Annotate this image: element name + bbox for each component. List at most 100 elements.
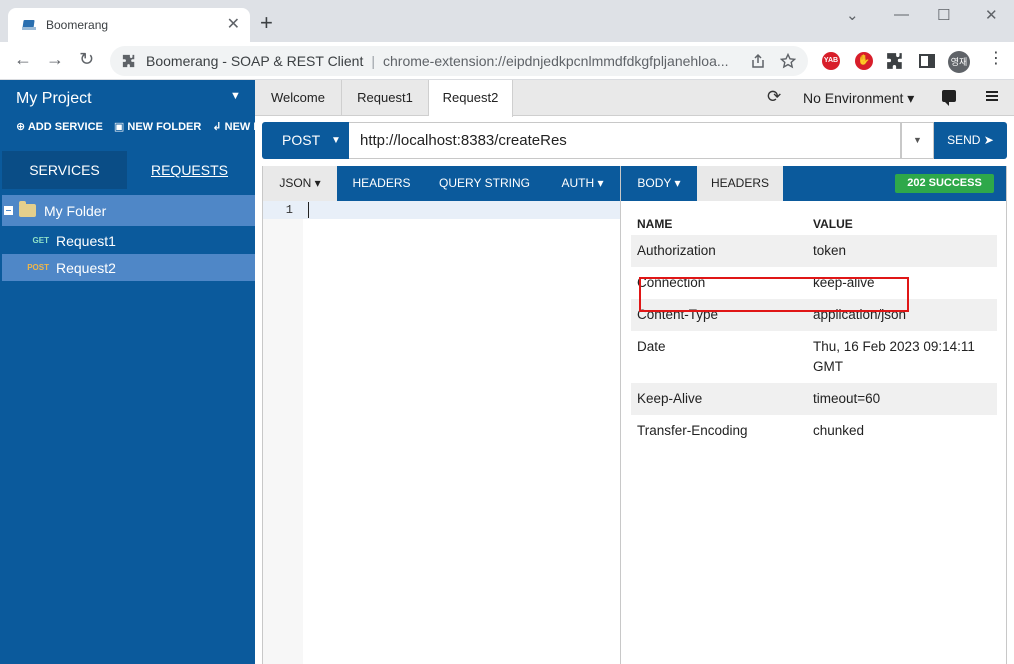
table-header: NAME VALUE: [631, 209, 997, 235]
tab-requests[interactable]: REQUESTS: [127, 151, 252, 189]
text-cursor: [308, 202, 309, 218]
response-pane: BODY ▾ HEADERS 202 SUCCESS NAME VALUE Au…: [621, 166, 1007, 664]
maximize-button[interactable]: ☐: [937, 6, 950, 24]
sidebar-item-request2[interactable]: POST Request2: [2, 254, 255, 281]
header-name: Content-Type: [637, 307, 719, 322]
address-text[interactable]: Boomerang - SOAP & REST Client | chrome-ex…: [146, 53, 736, 69]
page-title-text: Boomerang - SOAP & REST Client: [146, 53, 364, 69]
header-value: keep-alive: [813, 275, 875, 290]
address-separator: |: [371, 53, 375, 69]
address-url: chrome-extension://eipdnjedkpcnlmmdfdkgf…: [383, 53, 729, 69]
browser-menu-icon[interactable]: ⋮: [988, 51, 1004, 67]
sidebar-item-request1[interactable]: GET Request1: [2, 227, 255, 254]
line-number: 1: [285, 203, 293, 217]
project-dropdown-icon[interactable]: ▼: [230, 90, 241, 102]
sidebar: My Project ▼ ⊕ ADD SERVICE ▣ NEW FOLDER …: [0, 80, 255, 664]
table-row: Content-Type application/json: [631, 299, 997, 331]
share-icon[interactable]: [750, 53, 766, 69]
tab-welcome[interactable]: Welcome: [255, 80, 342, 116]
tab-request1[interactable]: Request1: [342, 80, 429, 116]
request-method-badge: POST: [27, 263, 49, 272]
tab-json[interactable]: JSON ▾: [263, 166, 337, 201]
request-name: Request1: [56, 232, 116, 249]
request-method-badge: GET: [32, 236, 49, 245]
chevron-down-icon: ▼: [331, 135, 341, 146]
project-title[interactable]: My Project: [16, 90, 92, 108]
table-row: Connection keep-alive: [631, 267, 997, 299]
column-value: VALUE: [813, 217, 853, 231]
table-row: Date Thu, 16 Feb 2023 09:14:11 GMT: [631, 331, 997, 383]
comment-icon[interactable]: [942, 90, 956, 106]
tab-response-headers[interactable]: HEADERS: [697, 166, 783, 201]
new-tab-button[interactable]: +: [260, 12, 273, 34]
tab-query-string[interactable]: QUERY STRING: [426, 166, 543, 201]
extensions-puzzle-icon[interactable]: [886, 52, 904, 70]
address-bar[interactable]: Boomerang - SOAP & REST Client | chrome-ex…: [110, 46, 808, 76]
url-input[interactable]: http://localhost:8383/createRes: [349, 122, 901, 159]
send-button[interactable]: SEND ➤: [934, 122, 1007, 159]
folder-icon: [19, 201, 36, 217]
header-value: token: [813, 243, 847, 258]
tab-request-headers[interactable]: HEADERS: [337, 166, 426, 201]
extension-puzzle-icon: [122, 54, 135, 68]
column-name: NAME: [637, 217, 673, 231]
tab-search-icon[interactable]: ⌄: [846, 6, 859, 24]
main-panel: Welcome Request1 Request2 ⟳ No Environme…: [255, 80, 1014, 664]
url-history-dropdown[interactable]: ▼: [901, 122, 934, 159]
tab-services[interactable]: SERVICES: [2, 151, 127, 189]
browser-tab-title: Boomerang: [46, 18, 109, 32]
header-value: timeout=60: [813, 391, 881, 406]
request-pane-tabs: JSON ▾ HEADERS QUERY STRING AUTH ▾: [263, 166, 620, 201]
forward-button[interactable]: →: [46, 50, 64, 68]
refresh-environment-icon[interactable]: ⟳: [767, 88, 781, 105]
header-name: Connection: [637, 275, 706, 290]
tab-body[interactable]: BODY ▾: [621, 166, 697, 201]
header-name: Authorization: [637, 243, 716, 258]
header-name: Transfer-Encoding: [637, 423, 748, 438]
json-editor[interactable]: 1: [263, 201, 620, 664]
table-row: Transfer-Encoding chunked: [631, 415, 997, 447]
browser-tabstrip: Boomerang ✕ + ⌄ — ☐ ✕: [0, 0, 1014, 42]
new-request-button[interactable]: ↲ NEW REQUEST: [212, 121, 255, 133]
side-panel-icon[interactable]: [919, 54, 935, 68]
sidebar-tabs: SERVICES REQUESTS: [2, 151, 255, 189]
reload-button[interactable]: ↻: [79, 50, 94, 68]
folder-label: My Folder: [44, 202, 107, 219]
browser-toolbar: ← → ↻ Boomerang - SOAP & REST Client | chr…: [0, 42, 1014, 80]
collapse-folder-icon[interactable]: [4, 206, 13, 215]
hamburger-menu-icon[interactable]: [986, 91, 998, 101]
header-name: Keep-Alive: [637, 391, 703, 406]
folder-row[interactable]: My Folder: [2, 195, 255, 226]
tab-auth[interactable]: AUTH ▾: [543, 166, 622, 201]
header-name: Date: [637, 339, 666, 354]
boomerang-favicon-icon: [22, 19, 36, 31]
close-tab-icon[interactable]: ✕: [227, 17, 240, 33]
request-url-bar: POST ▼ http://localhost:8383/createRes ▼…: [262, 122, 1007, 159]
browser-tab[interactable]: Boomerang ✕: [8, 8, 250, 42]
active-line: [263, 201, 620, 219]
request-tabs: Welcome Request1 Request2 ⟳ No Environme…: [255, 80, 1014, 117]
add-service-button[interactable]: ⊕ ADD SERVICE: [16, 121, 103, 133]
sidebar-actions: ⊕ ADD SERVICE ▣ NEW FOLDER ↲ NEW REQUEST: [16, 120, 255, 133]
table-row: Authorization token: [631, 235, 997, 267]
back-button[interactable]: ←: [14, 50, 32, 68]
method-label: POST: [282, 132, 321, 148]
header-value: application/json: [813, 307, 907, 322]
request-pane: JSON ▾ HEADERS QUERY STRING AUTH ▾ 1: [262, 166, 621, 664]
profile-avatar[interactable]: 영재: [948, 51, 970, 73]
method-select[interactable]: POST ▼: [262, 122, 349, 159]
editor-gutter: [263, 201, 303, 664]
bookmark-star-icon[interactable]: [780, 53, 796, 69]
stop-extension-icon[interactable]: ✋: [855, 52, 873, 70]
close-window-button[interactable]: ✕: [985, 6, 998, 24]
yab-extension-icon[interactable]: YAB: [822, 52, 840, 70]
minimize-button[interactable]: —: [894, 6, 909, 23]
header-value: chunked: [813, 423, 865, 438]
tab-request2[interactable]: Request2: [429, 80, 513, 117]
headers-table: NAME VALUE Authorization token Connectio…: [631, 209, 997, 447]
table-row: Keep-Alive timeout=60: [631, 383, 997, 415]
header-value: Thu, 16 Feb 2023 09:14:11 GMT: [813, 339, 975, 374]
response-pane-tabs: BODY ▾ HEADERS 202 SUCCESS: [621, 166, 1006, 201]
new-folder-button[interactable]: ▣ NEW FOLDER: [114, 121, 201, 133]
environment-select[interactable]: No Environment ▾: [803, 90, 914, 107]
